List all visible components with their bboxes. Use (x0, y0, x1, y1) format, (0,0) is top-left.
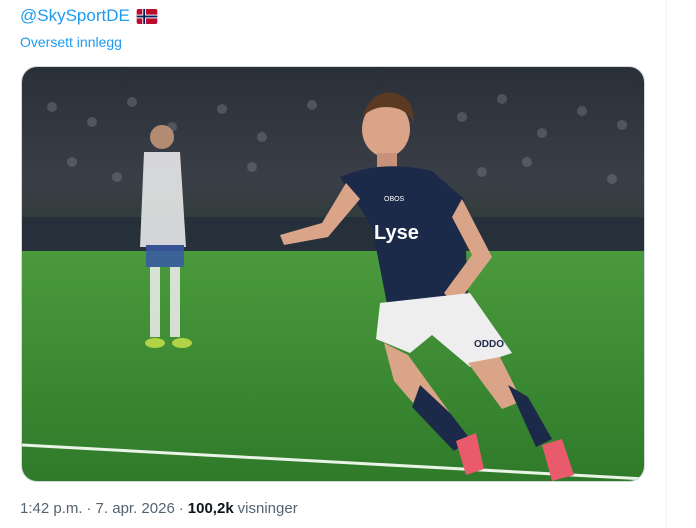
tweet-card: @SkySportDE Oversett innlegg Lyse OBOS O… (0, 0, 696, 528)
separator: · (178, 500, 184, 517)
translate-post-link[interactable]: Oversett innlegg (20, 34, 122, 50)
tweet-text: @SkySportDE (20, 4, 158, 28)
kit-sponsor-text: Lyse (374, 222, 419, 244)
tweet-metadata: 1:42 p.m. · 7. apr. 2026 · 100,2k visninge… (20, 500, 298, 517)
views-label: visninger (237, 500, 298, 517)
tweet-time[interactable]: 1:42 p.m. · 7. apr. 2026 (20, 500, 175, 517)
tweet-photo[interactable]: Lyse OBOS ODDO (21, 66, 645, 482)
time-text: 1:42 p.m. (20, 500, 83, 517)
date-text: 7. apr. 2026 (95, 500, 175, 517)
norway-flag-icon (136, 8, 158, 24)
shorts-sponsor-text: ODDO (474, 339, 504, 350)
views-count: 100,2k (187, 500, 234, 517)
column-divider (666, 0, 667, 528)
chest-sponsor-text: OBOS (384, 196, 405, 203)
separator: · (86, 500, 92, 517)
mention-link[interactable]: @SkySportDE (20, 6, 130, 26)
